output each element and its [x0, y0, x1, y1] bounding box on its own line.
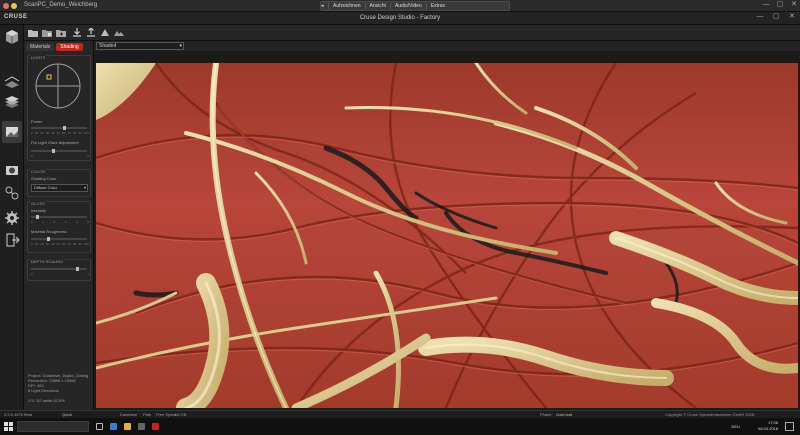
shading-color-label: Shading Color — [31, 176, 57, 181]
lights-section: LIGHTS Power 0 10 20 30 40 50 60 70 80 90 100 For … — [27, 55, 91, 161]
minimize-dot-icon[interactable] — [11, 3, 17, 9]
light-direction-dial[interactable] — [34, 62, 82, 110]
status-bar: 2.9.6.4576 Beta Quick Database Path Free… — [0, 410, 800, 418]
rdp-item-extras[interactable]: Extras — [427, 3, 449, 9]
measure-icon[interactable] — [4, 185, 20, 201]
window-close-button[interactable]: ✕ — [790, 1, 798, 9]
taskbar-language[interactable]: DEU — [732, 424, 740, 429]
app-title: Cruse Design Studio - Factory — [359, 15, 441, 21]
open-folder-icon[interactable] — [28, 28, 38, 37]
open-recent-icon[interactable] — [42, 28, 52, 37]
rdp-item-record[interactable]: Aufzeichnen — [329, 3, 366, 9]
notification-icon[interactable] — [785, 422, 794, 431]
status-copyright: Copyright © Cruse Spezialmaschinen GmbH … — [665, 412, 755, 417]
lights-section-title: LIGHTS — [30, 55, 47, 60]
taskbar-search-box[interactable] — [17, 421, 89, 432]
tab-materials[interactable]: Materials — [26, 43, 55, 51]
3d-viewport[interactable] — [96, 63, 798, 408]
task-view-icon[interactable] — [96, 423, 103, 430]
cruse-app-taskbar-icon[interactable] — [152, 423, 159, 430]
exit-icon[interactable] — [4, 232, 20, 248]
intensity-slider-knob[interactable] — [36, 215, 40, 219]
settings-gear-icon[interactable] — [4, 210, 20, 226]
cube-view-icon[interactable] — [4, 29, 20, 45]
glare-adjust-slider-knob[interactable] — [52, 149, 56, 153]
roughness-ticks: 0 10 20 30 40 50 60 70 80 90 100 — [31, 242, 89, 246]
chevron-down-icon: ▾ — [83, 185, 86, 190]
rdp-item-audio-video[interactable]: Audio/Video — [391, 3, 427, 9]
viewport-header — [94, 41, 800, 51]
window-maximize-button[interactable]: ▢ — [776, 1, 784, 9]
rdp-item-view[interactable]: Ansicht — [366, 3, 391, 9]
panel-tabs: Materials Shading — [26, 43, 83, 51]
import-icon[interactable] — [72, 28, 82, 37]
window-minimize-button[interactable]: — — [762, 1, 770, 9]
main-toolbar — [0, 25, 800, 41]
windows-taskbar: DEU 17:06 06.03.2018 — [0, 418, 800, 435]
power-label: Power — [31, 119, 43, 124]
glare-adjust-label: For Light Glare Adjustment — [31, 140, 79, 145]
app-window-controls: — ▢ ✕ — [756, 13, 796, 21]
window-titlebar: ScanPC_Demo_Weichberg ◂ Aufzeichnen Ansi… — [0, 0, 800, 12]
tab-shading[interactable]: Shading — [56, 43, 83, 51]
chevron-down-icon: ▾ — [179, 43, 182, 49]
depth-scaling-section: DEPTH SCALING 01 — [27, 259, 91, 281]
status-phase-value: Gold leaf — [556, 412, 573, 417]
rdp-back-icon[interactable]: ◂ — [321, 3, 329, 9]
shading-mode-icon[interactable] — [4, 124, 20, 140]
folder-add-icon[interactable] — [56, 28, 66, 37]
depth-scaling-title: DEPTH SCALING — [30, 259, 65, 264]
roughness-slider[interactable] — [31, 237, 87, 241]
status-version: 2.9.6.4576 Beta — [4, 412, 33, 417]
app-maximize-button[interactable]: ▢ — [772, 13, 780, 21]
depth-scaling-slider[interactable] — [31, 267, 87, 271]
status-free-space: 1.6 GB — [174, 412, 187, 417]
glare-adjust-ticks: 05 — [31, 154, 89, 158]
export-icon[interactable] — [86, 28, 96, 37]
project-info: Project: Goldlinsel_Digital_Gilding Reso… — [28, 373, 89, 403]
windows-start-icon[interactable] — [4, 422, 13, 431]
power-ticks: 0 10 20 30 40 50 60 70 80 90 100 — [31, 131, 89, 135]
intensity-label: Intensity — [31, 208, 46, 213]
shading-color-select[interactable]: Diffuse Color ▾ — [31, 184, 88, 192]
status-mode: Quick — [62, 412, 73, 417]
shading-panel: Materials Shading LIGHTS Power 0 10 20 30 40… — [24, 41, 94, 410]
status-phase-label: Phase: — [540, 412, 553, 417]
window-title: ScanPC_Demo_Weichberg — [24, 2, 98, 8]
left-icon-rail — [0, 25, 24, 410]
terrain-icon[interactable] — [114, 28, 124, 37]
color-section-title: COLOR — [30, 169, 47, 174]
status-database: Database — [120, 412, 138, 417]
power-slider[interactable] — [31, 126, 87, 130]
glare-adjust-slider[interactable] — [31, 149, 87, 153]
depth-scaling-slider-knob[interactable] — [76, 267, 80, 271]
intensity-slider[interactable] — [31, 215, 87, 219]
gloss-section: GLOSS Intensity 012345 Material Roughnes… — [27, 201, 91, 253]
app-close-button[interactable]: ✕ — [788, 13, 796, 21]
close-dot-icon[interactable] — [3, 3, 9, 9]
app-minimize-button[interactable]: — — [756, 13, 764, 21]
status-path: Path — [143, 412, 152, 417]
store-icon[interactable] — [138, 423, 145, 430]
window-controls: — ▢ ✕ — [762, 1, 798, 9]
edge-browser-icon[interactable] — [110, 423, 117, 430]
file-explorer-icon[interactable] — [124, 423, 131, 430]
color-section: COLOR Shading Color Diffuse Color ▾ — [27, 169, 91, 197]
layers-icon[interactable] — [4, 95, 20, 111]
taskbar-date: 06.03.2018 — [757, 426, 778, 431]
gloss-section-title: GLOSS — [30, 201, 46, 206]
roughness-label: Material Roughness — [31, 229, 67, 234]
taskbar-clock[interactable]: 17:06 06.03.2018 — [758, 420, 778, 432]
intensity-ticks: 012345 — [31, 220, 89, 224]
painted-surface-render — [96, 63, 798, 408]
app-header: CRUSE Cruse Design Studio - Factory — ▢ … — [0, 12, 800, 25]
power-slider-knob[interactable] — [62, 126, 66, 130]
render-icon[interactable] — [100, 28, 110, 37]
depth-scaling-ticks: 01 — [31, 272, 89, 276]
camera-lights-icon[interactable] — [4, 162, 20, 178]
shading-mode-select[interactable]: Shaded ▾ — [96, 42, 184, 50]
roughness-slider-knob[interactable] — [46, 237, 50, 241]
remote-desktop-toolbar: ◂ Aufzeichnen Ansicht Audio/Video Extras — [320, 1, 510, 11]
surface-scan-icon[interactable] — [4, 73, 20, 89]
